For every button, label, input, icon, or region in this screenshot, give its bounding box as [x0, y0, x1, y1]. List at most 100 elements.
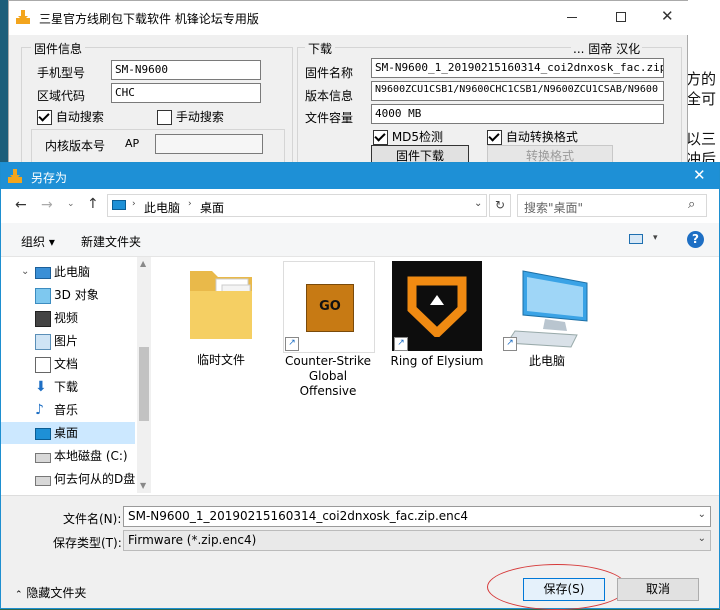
chevron-down-icon[interactable]: ⌄ [698, 509, 706, 520]
sidebar-item-label: 何去何从的D盘 ( [54, 472, 144, 486]
breadcrumb-this-pc[interactable]: 此电脑 [144, 199, 180, 216]
forward-arrow-icon[interactable]: → [41, 197, 53, 213]
search-input[interactable]: 搜索"桌面" ⌕ [517, 194, 707, 217]
extra-links[interactable]: ... 固帝 汉化 [571, 40, 643, 57]
sidebar-item-this-pc[interactable]: ⌄ 此电脑 [1, 261, 135, 283]
auto-search-checkbox[interactable]: 自动搜索 [37, 108, 104, 125]
kernel-label: 内核版本号 [45, 139, 106, 153]
sidebar-item-desktop[interactable]: 桌面 [1, 422, 135, 444]
md5-check-icon[interactable] [373, 130, 388, 145]
navigation-bar: ← → ⌄ ↑ › 此电脑 › 桌面 ⌄ ↻ 搜索"桌面" ⌕ [1, 189, 719, 223]
file-tile-ring-of-elysium[interactable]: ↗ Ring of Elysium [389, 261, 485, 371]
shortcut-arrow-icon: ↗ [285, 337, 299, 351]
file-name: 临时文件 [196, 353, 245, 367]
save-button[interactable]: 保存(S) [523, 578, 605, 601]
md5-label: MD5检测 [391, 130, 444, 144]
sidebar-item-label: 3D 对象 [54, 288, 99, 302]
up-arrow-icon[interactable]: ↑ [87, 196, 99, 212]
csgo-game-icon: GO [306, 284, 354, 332]
address-dropdown-icon[interactable]: ⌄ [474, 198, 482, 209]
dialog-toolbar: 组织 ▾ 新建文件夹 ▾ ? [1, 223, 719, 257]
sidebar-item-pictures[interactable]: 图片 [1, 330, 135, 352]
file-tile-csgo[interactable]: GO ↗ Counter-Strike Global Offensive [281, 261, 375, 401]
file-name-line: Global [308, 369, 348, 383]
kernel-ap-label: AP [125, 137, 140, 150]
minimize-icon[interactable] [567, 17, 577, 18]
close-icon[interactable]: ✕ [661, 7, 674, 25]
sidebar-item-documents[interactable]: 文档 [1, 353, 135, 375]
model-input[interactable]: SM-N9600 [111, 60, 261, 80]
sidebar-item-label: 图片 [54, 334, 79, 348]
sidebar-item-label: 此电脑 [54, 265, 91, 279]
size-label: 文件容量 [305, 111, 354, 125]
firmware-name-label: 固件名称 [305, 66, 354, 80]
scroll-down-icon[interactable]: ▼ [140, 481, 146, 490]
3d-objects-icon [35, 288, 51, 304]
dialog-download-icon [8, 169, 22, 183]
dialog-close-icon[interactable]: ✕ [693, 166, 706, 184]
chevron-down-icon[interactable]: ⌄ [698, 533, 706, 544]
back-arrow-icon[interactable]: ← [15, 197, 27, 213]
new-folder-button[interactable]: 新建文件夹 [81, 233, 141, 250]
organize-button[interactable]: 组织 ▾ [21, 233, 55, 250]
region-label: 区域代码 [37, 89, 86, 103]
sidebar-item-music[interactable]: ♪ 音乐 [1, 399, 135, 421]
auto-convert-check-icon[interactable] [487, 130, 502, 145]
chevron-up-icon[interactable]: ⌃ [15, 590, 23, 600]
filename-input[interactable]: SM-N9600_1_20190215160314_coi2dnxosk_fac… [123, 506, 711, 527]
maximize-icon[interactable] [616, 12, 626, 22]
cancel-button[interactable]: 取消 [617, 578, 699, 601]
app-titlebar: 三星官方线刷包下载软件 机锋论坛专用版 ✕ [9, 1, 689, 35]
sidebar-item-3d-objects[interactable]: 3D 对象 [1, 284, 135, 306]
kernel-ap-input[interactable] [155, 134, 263, 154]
breadcrumb-desktop[interactable]: 桌面 [200, 199, 224, 216]
sidebar-item-label: 视频 [54, 311, 79, 325]
view-dropdown-icon[interactable]: ▾ [653, 233, 658, 243]
filetype-value: Firmware (*.zip.enc4) [128, 533, 257, 547]
downloads-icon: ⬇ [35, 379, 47, 395]
manual-search-check-icon[interactable] [157, 110, 172, 125]
sidebar-item-downloads[interactable]: ⬇ 下载 [1, 376, 135, 398]
manual-search-checkbox[interactable]: 手动搜索 [157, 108, 224, 125]
background-text: 以三 [686, 130, 717, 148]
file-name-line: Offensive [299, 384, 357, 398]
search-icon[interactable]: ⌕ [688, 197, 695, 212]
file-tile-this-pc[interactable]: ↗ 此电脑 [499, 261, 595, 371]
scrollbar-thumb[interactable] [139, 347, 149, 421]
file-name: 此电脑 [528, 354, 565, 368]
file-tile-temp-folder[interactable]: 临时文件 [176, 261, 266, 371]
region-input[interactable]: CHC [111, 83, 261, 103]
size-input[interactable]: 4000 MB [371, 104, 664, 124]
help-icon[interactable]: ? [687, 231, 704, 248]
sidebar-item-drive-d[interactable]: 何去何从的D盘 ( [1, 468, 144, 490]
md5-checkbox[interactable]: MD5检测 [373, 128, 443, 145]
filetype-label: 保存类型(T): [53, 536, 122, 550]
auto-search-check-icon[interactable] [37, 110, 52, 125]
firmware-name-input[interactable]: SM-N9600_1_20190215160314_coi2dnxosk_fac… [371, 58, 664, 78]
hide-folders-label: 隐藏文件夹 [26, 586, 87, 600]
sidebar-item-drive-c[interactable]: 本地磁盘 (C:) [1, 445, 135, 467]
view-options-icon[interactable] [629, 234, 643, 244]
sidebar-scrollbar[interactable]: ▲ ▼ [137, 257, 151, 493]
hide-folders-toggle[interactable]: ⌃ 隐藏文件夹 [15, 584, 86, 601]
address-bar[interactable]: › 此电脑 › 桌面 ⌄ [107, 194, 487, 217]
auto-convert-label: 自动转换格式 [505, 130, 578, 144]
version-input[interactable]: N9600ZCU1CSB1/N9600CHC1CSB1/N9600ZCU1CSA… [371, 81, 664, 101]
manual-search-label: 手动搜索 [175, 110, 224, 124]
video-icon [35, 311, 51, 327]
auto-convert-checkbox[interactable]: 自动转换格式 [487, 128, 578, 145]
download-heading: 下载 [305, 40, 336, 57]
scroll-up-icon[interactable]: ▲ [140, 259, 146, 268]
filetype-select[interactable]: Firmware (*.zip.enc4) ⌄ [123, 530, 711, 551]
chevron-down-icon[interactable]: ⌄ [21, 261, 29, 283]
sidebar-item-label: 文档 [54, 357, 79, 371]
sidebar-item-video[interactable]: 视频 [1, 307, 135, 329]
drive-icon [35, 476, 51, 486]
background-text: 方的 [686, 70, 717, 88]
shortcut-arrow-icon: ↗ [503, 337, 517, 351]
sidebar-item-label: 音乐 [54, 403, 79, 417]
recent-dropdown-icon[interactable]: ⌄ [67, 199, 75, 209]
refresh-icon[interactable]: ↻ [489, 194, 511, 217]
app-title: 三星官方线刷包下载软件 机锋论坛专用版 [39, 12, 259, 26]
navigation-pane: ⌄ 此电脑 3D 对象 视频 图片 文档 ⬇ 下载 ♪ 音乐 桌面 本地磁盘 (… [1, 257, 151, 493]
